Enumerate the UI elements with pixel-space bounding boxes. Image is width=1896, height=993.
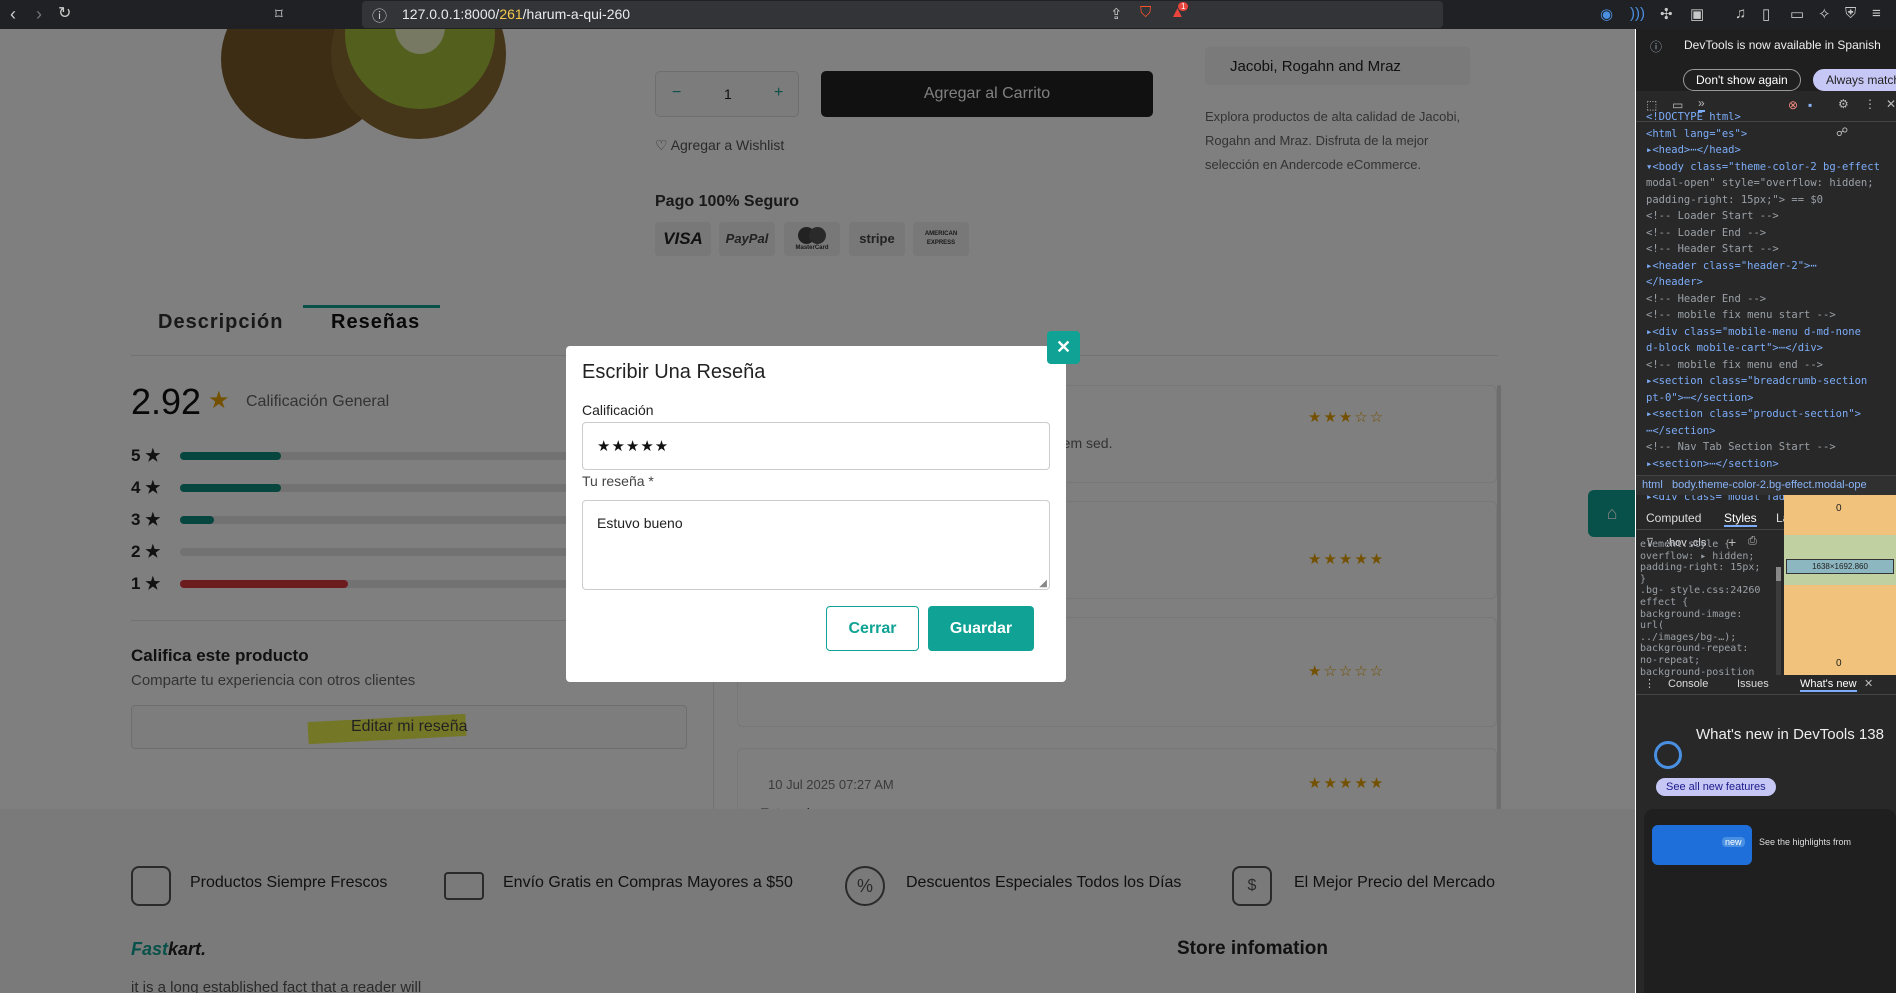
style-rule-line[interactable]: no-repeat; [1640, 655, 1776, 667]
drawer-tabbar: ⋮ Console Issues What's new ✕ [1636, 675, 1896, 695]
music-icon[interactable]: ♫ [1735, 5, 1746, 22]
tab-issues[interactable]: Issues [1737, 678, 1769, 690]
share-icon[interactable]: ⇪ [1110, 5, 1123, 23]
style-rule-line[interactable]: url( [1640, 620, 1776, 632]
styles-scroll-thumb[interactable] [1776, 567, 1781, 581]
brave-shield-icon[interactable]: ⛉ [1140, 4, 1151, 21]
url-text: 127.0.0.1:8000/261/harum-a-qui-260 [402, 6, 631, 22]
bookmark-icon[interactable]: ⌑ [275, 5, 283, 23]
highlights-thumbnail: new [1652, 825, 1752, 865]
dom-tree[interactable]: <!DOCTYPE html> <html lang="es"> ▸<head>⋯<… [1636, 109, 1896, 505]
box-model-bottom: 0 [1836, 658, 1842, 669]
wallet-card-icon[interactable]: ▭ [1790, 5, 1804, 23]
tab-computed[interactable]: Computed [1646, 511, 1701, 525]
always-match-button[interactable]: Always match [1813, 69, 1896, 91]
puzzle-icon[interactable]: ✣ [1660, 5, 1673, 23]
menu-icon[interactable]: ≡ [1872, 5, 1881, 22]
style-rule-line[interactable]: background-image: [1640, 609, 1776, 621]
extension-icon[interactable]: ◉ [1600, 5, 1613, 23]
leo-icon[interactable]: ✧ [1818, 5, 1831, 23]
dom-node-line[interactable]: </header> [1646, 274, 1896, 291]
dom-node-line[interactable]: ▸<section>⋯</section> [1646, 456, 1896, 473]
new-badge: new [1722, 837, 1745, 847]
dom-node-line[interactable]: <!-- Loader Start --> [1646, 208, 1896, 225]
dom-node-line[interactable]: ▾<body class="theme-color-2 bg-effect [1646, 159, 1896, 176]
address-bar[interactable]: ⓘ 127.0.0.1:8000/261/harum-a-qui-260 ⇪ ⛉… [362, 1, 1443, 28]
box-model-padding: 1638×1692.860 [1784, 535, 1896, 585]
dom-node-line[interactable]: padding-right: 15px;"> == $0 [1646, 192, 1896, 209]
banner-text: DevTools is now available in Spanish [1684, 38, 1881, 52]
dom-node-line[interactable]: ⋯</section> [1646, 423, 1896, 440]
rating-select[interactable]: ★★★★★ [582, 422, 1050, 470]
style-rule-line[interactable]: background-repeat: [1640, 643, 1776, 655]
style-rule-line[interactable]: effect { [1640, 597, 1776, 609]
sidebar-icon[interactable]: ▯ [1762, 5, 1770, 23]
reload-icon[interactable]: ↻ [58, 4, 71, 24]
close-drawer-icon[interactable]: ✕ [1864, 677, 1873, 690]
info-icon: ⓘ [1650, 40, 1663, 54]
rating-field-label: Calificación [582, 402, 654, 418]
resize-handle-icon[interactable]: ◢ [1039, 578, 1047, 589]
crumb-body[interactable]: body.theme-color-2.bg-effect.modal-ope [1672, 479, 1867, 491]
close-button[interactable]: Cerrar [826, 606, 919, 651]
dom-node-line[interactable]: ▸<div class="mobile-menu d-md-none [1646, 324, 1896, 341]
crumb-html[interactable]: html [1642, 479, 1663, 491]
modal-title: Escribir Una Reseña [582, 361, 766, 383]
vpn-icon[interactable]: ⛨ [1845, 5, 1856, 22]
dom-node-line[interactable]: <!-- mobile fix menu start --> [1646, 307, 1896, 324]
dom-node-line[interactable]: ▸<head>⋯</head> [1646, 142, 1896, 159]
dom-node-line[interactable]: <!-- mobile fix menu end --> [1646, 357, 1896, 374]
style-rule-line[interactable]: padding-right: 15px; [1640, 562, 1776, 574]
dom-node-line[interactable]: d-block mobile-cart">⋯</div> [1646, 340, 1896, 357]
dom-node-line[interactable]: pt-0">⋯</section> [1646, 390, 1896, 407]
tab-whats-new[interactable]: What's new [1800, 678, 1857, 692]
styles-rules[interactable]: element.style { overflow: ▸ hidden; padd… [1636, 539, 1776, 678]
review-textarea-value: Estuvo bueno [597, 515, 683, 531]
style-rule-line[interactable]: ../images/bg-…); [1640, 632, 1776, 644]
back-icon[interactable]: ‹ [10, 4, 16, 24]
dom-node-line[interactable]: <html lang="es"> [1646, 126, 1896, 143]
browser-toolbar: ‹ › ↻ ⌑ ⓘ 127.0.0.1:8000/261/harum-a-qui… [0, 0, 1896, 29]
style-rule-line[interactable]: } [1640, 574, 1776, 586]
dom-node-line[interactable]: <!-- Header Start --> [1646, 241, 1896, 258]
review-textarea[interactable]: Estuvo bueno ◢ [582, 500, 1050, 590]
site-info-icon[interactable]: ⓘ [372, 5, 387, 26]
dom-node-line[interactable]: <!DOCTYPE html> [1646, 109, 1896, 126]
save-button[interactable]: Guardar [928, 606, 1034, 651]
see-all-features-button[interactable]: See all new features [1656, 778, 1776, 796]
screenshot-icon[interactable]: ▣ [1690, 5, 1704, 23]
chrome-devtools-logo-icon [1654, 741, 1682, 769]
devtools-banner: ⓘ DevTools is now available in Spanish D… [1636, 29, 1896, 91]
box-model-margin: 0 1638×1692.860 0 [1784, 495, 1896, 675]
dom-node-line[interactable]: ▸<section class="breadcrumb-section [1646, 373, 1896, 390]
box-model-top: 0 [1836, 503, 1842, 514]
tab-styles[interactable]: Styles [1724, 511, 1757, 527]
dom-breadcrumb: html body.theme-color-2.bg-effect.modal-… [1636, 475, 1896, 495]
highlights-text: See the highlights from [1759, 837, 1852, 847]
style-rule-line[interactable]: .bg- style.css:24260 [1640, 585, 1776, 597]
dom-node-line[interactable]: <!-- Nav Tab Section Start --> [1646, 439, 1896, 456]
whats-new-title: What's new in DevTools 138 [1696, 726, 1884, 743]
style-rule-line[interactable]: element.style { [1640, 539, 1776, 551]
review-field-label: Tu reseña * [582, 473, 654, 489]
notification-badge: 1 [1178, 2, 1189, 11]
dom-node-line[interactable]: ▸<header class="header-2">⋯ [1646, 258, 1896, 275]
devtools-panel: ⓘ DevTools is now available in Spanish D… [1636, 29, 1896, 993]
highlights-card[interactable]: new See the highlights from [1644, 809, 1896, 993]
tab-console[interactable]: Console [1668, 678, 1708, 690]
wallet-icon[interactable]: ))) [1630, 5, 1645, 22]
dom-node-line[interactable]: modal-open" style="overflow: hidden; [1646, 175, 1896, 192]
review-modal: Escribir Una Reseña Calificación ★★★★★ T… [566, 346, 1066, 682]
drawer-menu-icon[interactable]: ⋮ [1644, 677, 1655, 690]
rating-select-value: ★★★★★ [597, 438, 670, 455]
dom-node-line[interactable]: <!-- Header End --> [1646, 291, 1896, 308]
dont-show-again-button[interactable]: Don't show again [1683, 69, 1801, 91]
modal-close-icon[interactable]: ✕ [1047, 331, 1080, 364]
box-model-content: 1638×1692.860 [1786, 559, 1894, 574]
dom-node-line[interactable]: ▸<section class="product-section"> [1646, 406, 1896, 423]
dom-node-line[interactable]: <!-- Loader End --> [1646, 225, 1896, 242]
style-rule-line[interactable]: overflow: ▸ hidden; [1640, 551, 1776, 563]
forward-icon[interactable]: › [36, 4, 42, 24]
styles-scrollbar[interactable] [1776, 567, 1781, 675]
